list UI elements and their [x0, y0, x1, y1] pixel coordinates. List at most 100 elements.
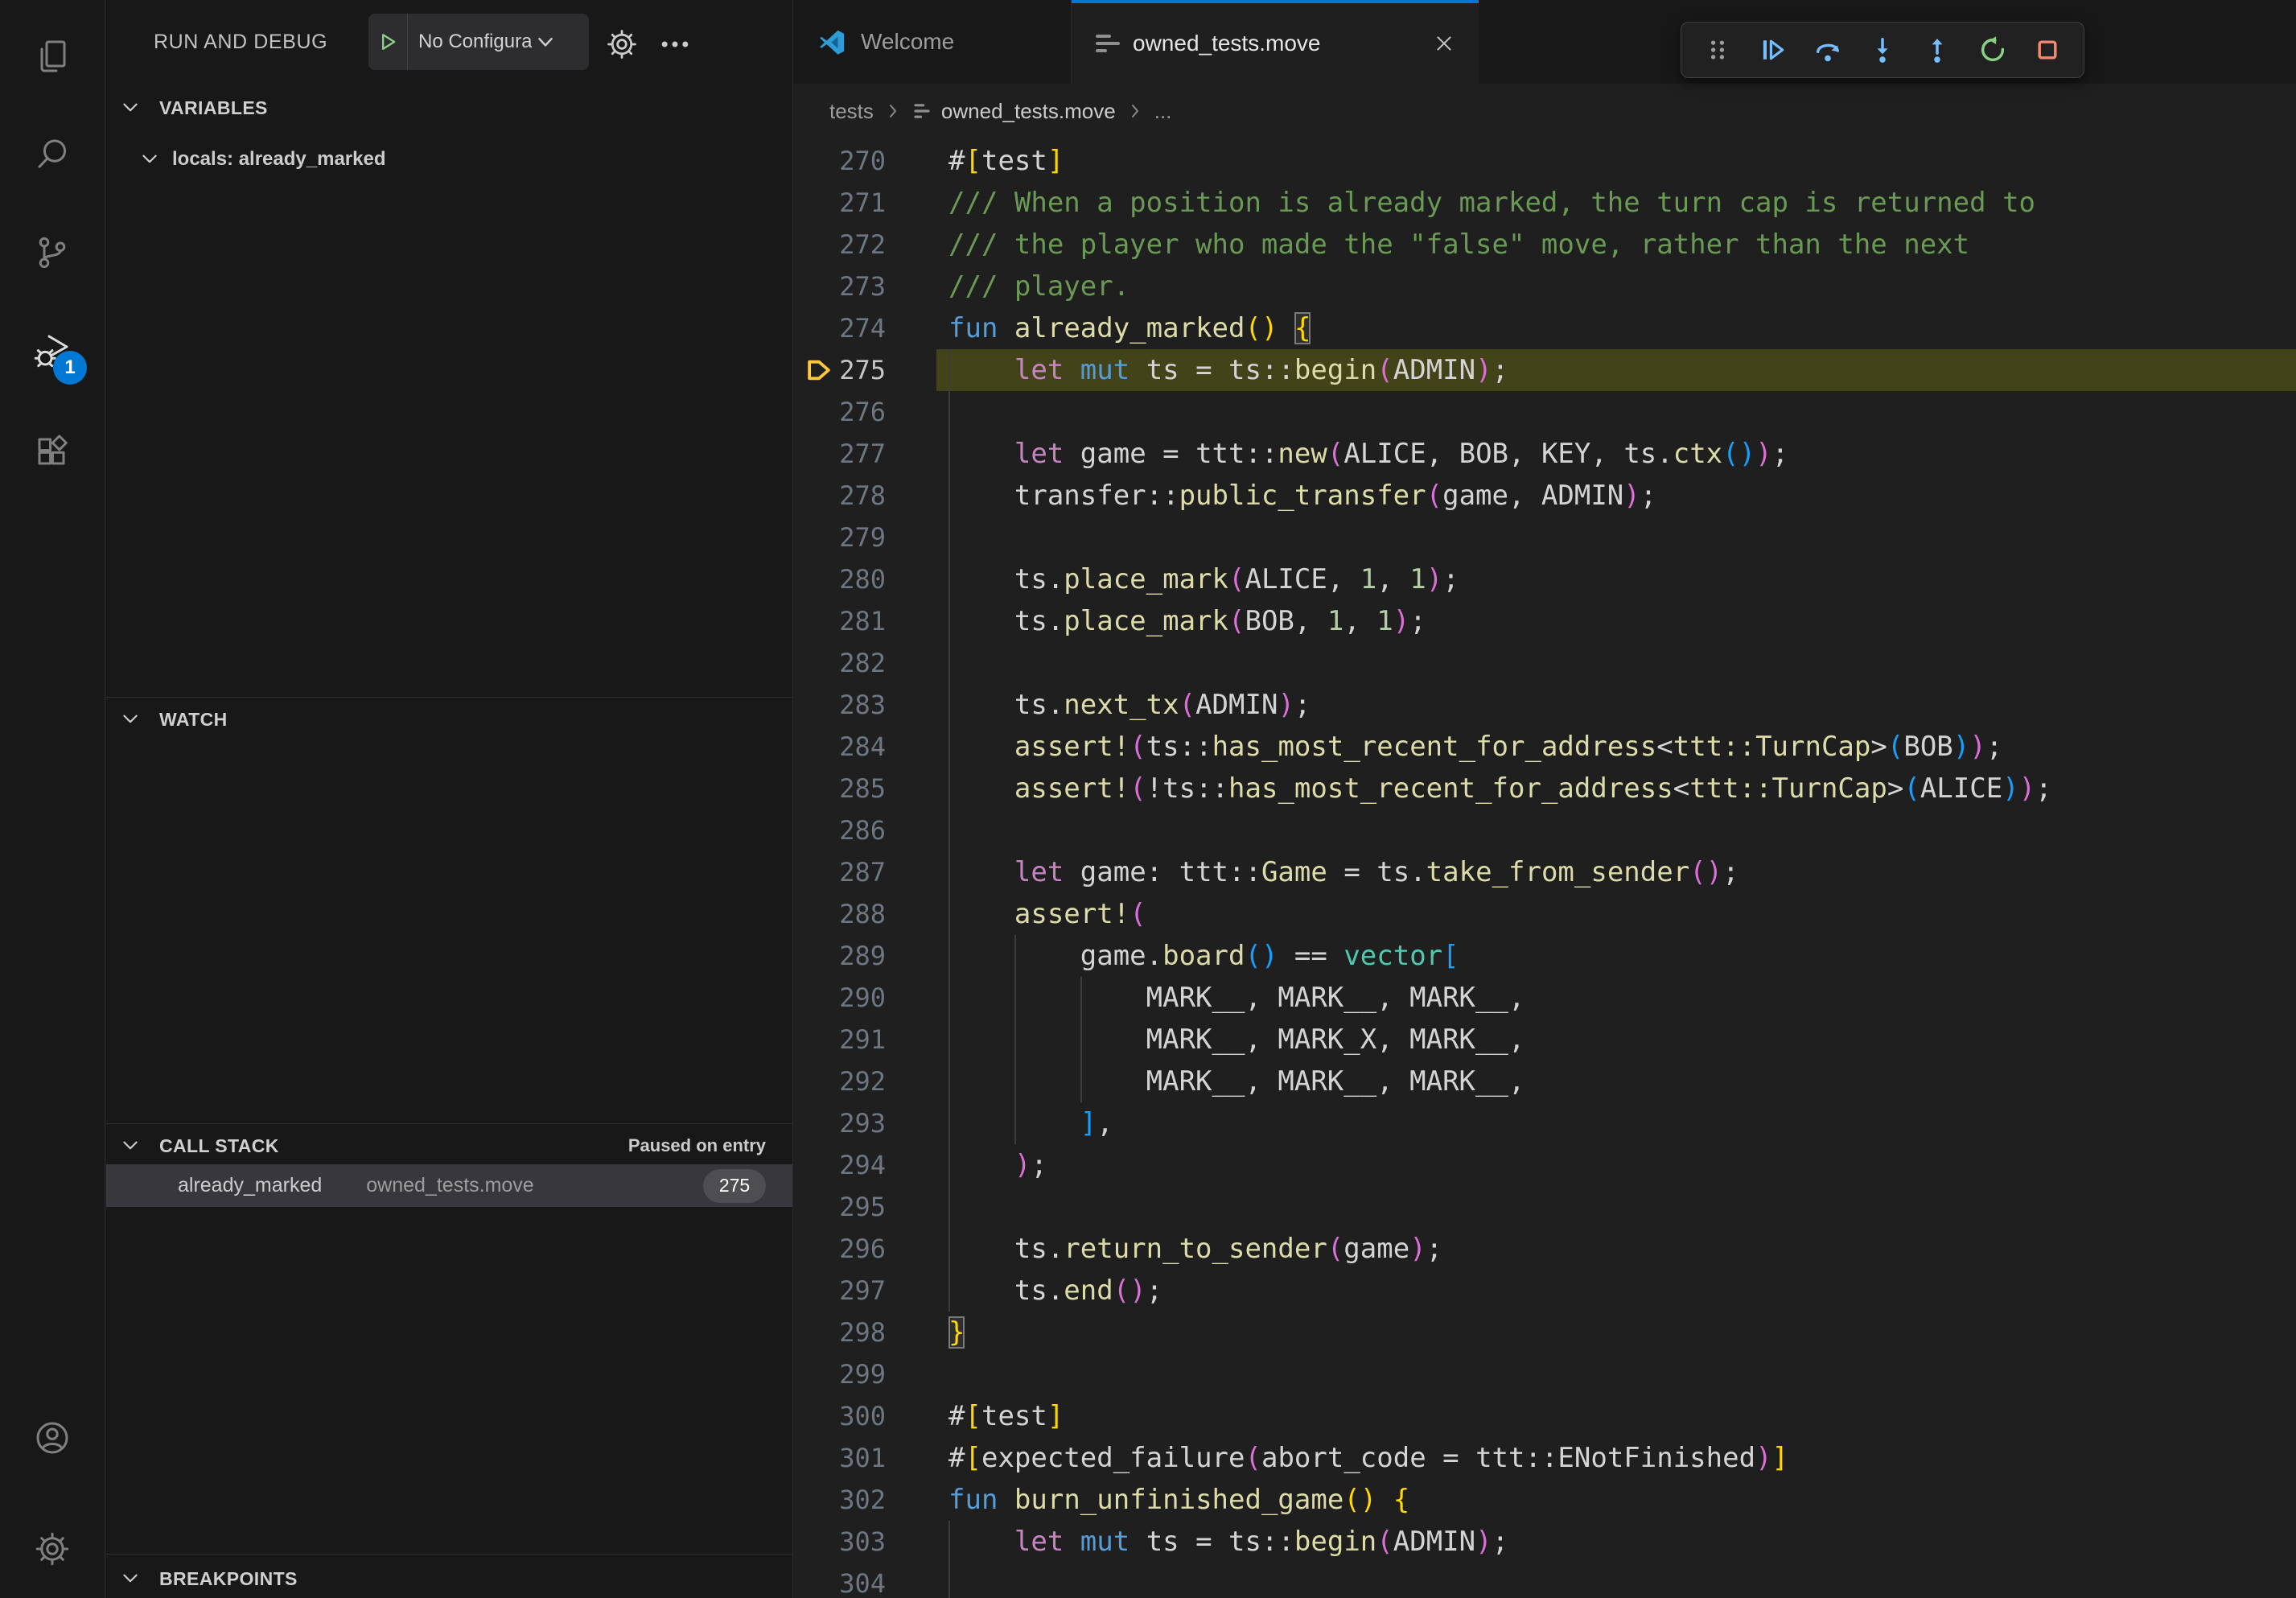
- line-number[interactable]: 279: [793, 517, 886, 558]
- call-stack-frame-row[interactable]: already_marked owned_tests.move 275: [106, 1164, 792, 1207]
- line-number[interactable]: 298: [793, 1312, 886, 1353]
- code-line[interactable]: }: [948, 1312, 965, 1353]
- settings-gear-icon[interactable]: [33, 1530, 72, 1568]
- line-number[interactable]: 288: [793, 893, 886, 935]
- code-token: ): [1393, 605, 1409, 637]
- line-number[interactable]: 297: [793, 1270, 886, 1312]
- code-line[interactable]: fun burn_unfinished_game() {: [948, 1479, 1409, 1521]
- line-number[interactable]: 272: [793, 224, 886, 266]
- code-line[interactable]: /// player.: [948, 266, 1129, 307]
- line-number[interactable]: 301: [793, 1437, 886, 1479]
- code-line[interactable]: fun already_marked() {: [948, 307, 1311, 349]
- code-line[interactable]: );: [948, 1144, 1047, 1186]
- code-line[interactable]: ],: [948, 1102, 1113, 1144]
- code-token: [948, 731, 1014, 763]
- variables-scope-row[interactable]: locals: already_marked: [106, 138, 792, 180]
- line-number[interactable]: 295: [793, 1186, 886, 1228]
- line-number[interactable]: 286: [793, 809, 886, 851]
- code-line[interactable]: /// the player who made the "false" move…: [948, 224, 1969, 266]
- extensions-icon[interactable]: [33, 431, 72, 470]
- code-line[interactable]: let game: ttt::Game = ts.take_from_sende…: [948, 851, 1739, 893]
- account-icon[interactable]: [33, 1419, 72, 1457]
- line-number[interactable]: 300: [793, 1395, 886, 1437]
- code-token: ): [1739, 438, 1755, 470]
- line-number[interactable]: 277: [793, 433, 886, 475]
- line-number[interactable]: 285: [793, 768, 886, 809]
- debug-settings-gear-icon[interactable]: [604, 27, 640, 62]
- code-line[interactable]: #[expected_failure(abort_code = ttt::ENo…: [948, 1437, 1788, 1479]
- line-number[interactable]: 291: [793, 1019, 886, 1061]
- line-number[interactable]: 289: [793, 935, 886, 977]
- code-line[interactable]: ts.place_mark(BOB, 1, 1);: [948, 600, 1426, 642]
- code-line[interactable]: transfer::public_transfer(game, ADMIN);: [948, 475, 1656, 517]
- code-token: (: [1903, 772, 1920, 805]
- line-number[interactable]: 294: [793, 1144, 886, 1186]
- code-line[interactable]: game.board() == vector[: [948, 935, 1459, 977]
- line-number[interactable]: 274: [793, 307, 886, 349]
- code-line[interactable]: let mut ts = ts::begin(ADMIN);: [948, 1521, 1508, 1563]
- code-token: ,: [1097, 1107, 1113, 1139]
- code-line[interactable]: /// When a position is already marked, t…: [948, 182, 2035, 224]
- code-layer[interactable]: 270 #[test] 271 /// When a position is alre…: [793, 0, 2296, 1598]
- code-token: [948, 438, 1014, 470]
- code-token: (: [1228, 563, 1245, 595]
- code-line[interactable]: assert!(!ts::has_most_recent_for_address…: [948, 768, 2052, 809]
- line-number[interactable]: 290: [793, 977, 886, 1019]
- code-line[interactable]: let game = ttt::new(ALICE, BOB, KEY, ts.…: [948, 433, 1788, 475]
- code-line[interactable]: ts.place_mark(ALICE, 1, 1);: [948, 558, 1459, 600]
- line-number[interactable]: 271: [793, 182, 886, 224]
- code-line[interactable]: #[test]: [948, 1395, 1064, 1437]
- line-number[interactable]: 292: [793, 1061, 886, 1102]
- code-line[interactable]: assert!(: [948, 893, 1146, 935]
- line-number[interactable]: 302: [793, 1479, 886, 1521]
- line-number[interactable]: 303: [793, 1521, 886, 1563]
- explorer-icon[interactable]: [33, 37, 72, 76]
- code-token: assert!: [1014, 898, 1129, 930]
- line-number[interactable]: 287: [793, 851, 886, 893]
- watch-section-header[interactable]: WATCH: [106, 698, 792, 740]
- drag-handle-icon[interactable]: [1701, 33, 1734, 67]
- variables-section-header[interactable]: VARIABLES: [106, 87, 792, 129]
- line-number[interactable]: 304: [793, 1563, 886, 1598]
- code-token: }: [948, 1316, 965, 1349]
- line-number[interactable]: 299: [793, 1353, 886, 1395]
- stop-button[interactable]: [2031, 33, 2064, 67]
- line-number[interactable]: 278: [793, 475, 886, 517]
- code-line[interactable]: ts.end();: [948, 1270, 1162, 1312]
- code-token: game: ttt::: [1064, 856, 1261, 888]
- line-number[interactable]: 270: [793, 140, 886, 182]
- more-actions-icon[interactable]: [657, 27, 693, 62]
- line-number[interactable]: 276: [793, 391, 886, 433]
- line-number[interactable]: 281: [793, 600, 886, 642]
- launch-config-dropdown[interactable]: No Configura: [368, 14, 589, 70]
- code-token: end: [1064, 1275, 1113, 1307]
- line-number[interactable]: 284: [793, 726, 886, 768]
- start-debug-play-icon[interactable]: [368, 14, 408, 70]
- code-line[interactable]: MARK__, MARK_X, MARK__,: [948, 1019, 1524, 1061]
- call-stack-section-header[interactable]: CALL STACK Paused on entry: [106, 1125, 792, 1167]
- code-line[interactable]: assert!(ts::has_most_recent_for_address<…: [948, 726, 2002, 768]
- source-control-icon[interactable]: [33, 233, 72, 272]
- line-number[interactable]: 283: [793, 684, 886, 726]
- code-line[interactable]: MARK__, MARK__, MARK__,: [948, 977, 1524, 1019]
- code-line[interactable]: MARK__, MARK__, MARK__,: [948, 1061, 1524, 1102]
- search-icon[interactable]: [33, 135, 72, 174]
- code-line[interactable]: #[test]: [948, 140, 1064, 182]
- breakpoints-section-header[interactable]: BREAKPOINTS: [106, 1558, 792, 1598]
- step-over-button[interactable]: [1811, 33, 1845, 67]
- step-into-button[interactable]: [1866, 33, 1899, 67]
- restart-button[interactable]: [1976, 33, 2010, 67]
- code-line[interactable]: ts.next_tx(ADMIN);: [948, 684, 1311, 726]
- line-number[interactable]: 282: [793, 642, 886, 684]
- code-line[interactable]: ts.return_to_sender(game);: [948, 1228, 1442, 1270]
- line-number[interactable]: 293: [793, 1102, 886, 1144]
- code-token: (: [1376, 1526, 1393, 1558]
- code-token: (: [1327, 1233, 1343, 1265]
- step-out-button[interactable]: [1920, 33, 1954, 67]
- line-number[interactable]: 296: [793, 1228, 886, 1270]
- code-line[interactable]: let mut ts = ts::begin(ADMIN);: [948, 349, 1508, 391]
- line-number[interactable]: 280: [793, 558, 886, 600]
- line-number[interactable]: 273: [793, 266, 886, 307]
- continue-button[interactable]: [1755, 33, 1789, 67]
- code-token: ADMIN: [1393, 1526, 1475, 1558]
